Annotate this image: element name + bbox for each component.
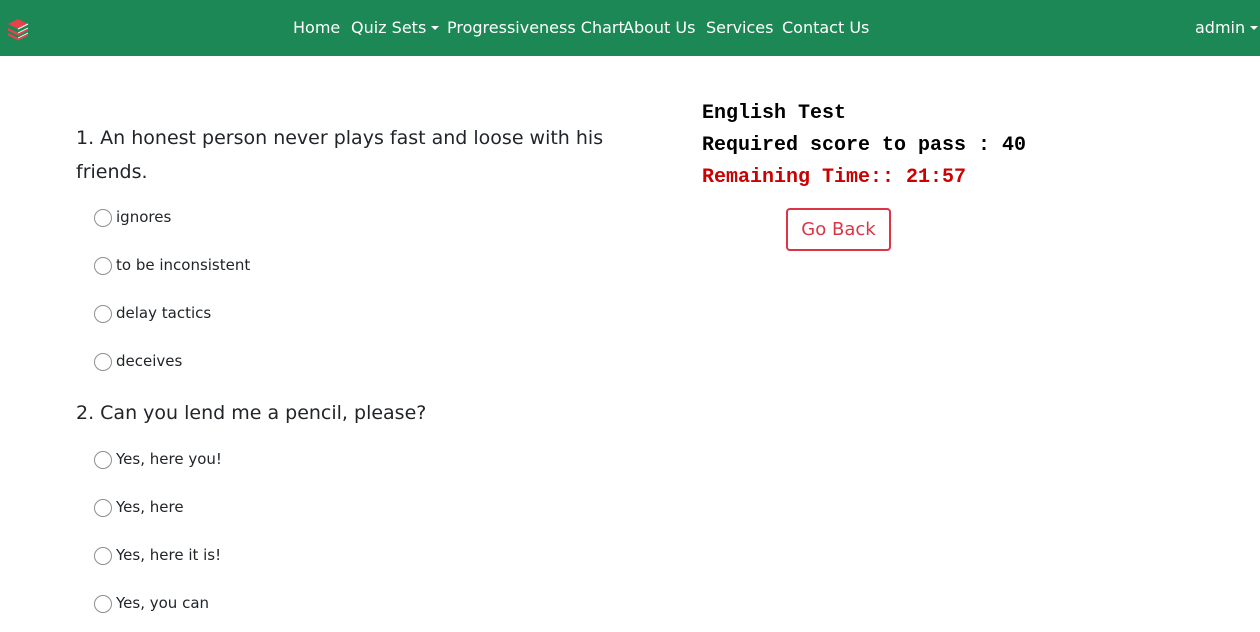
question-1-option-1[interactable]: ignores: [94, 206, 171, 228]
go-back-button[interactable]: Go Back: [786, 208, 891, 251]
stacked-books-icon[interactable]: [6, 17, 30, 41]
question-1: 1. An honest person never plays fast and…: [76, 127, 604, 183]
nav-contact-us[interactable]: Contact Us: [782, 17, 869, 39]
question-1-option-2[interactable]: to be inconsistent: [94, 254, 250, 276]
option-label: to be inconsistent: [116, 256, 251, 274]
radio-button[interactable]: [94, 353, 112, 371]
user-menu-dropdown[interactable]: admin: [1195, 17, 1259, 39]
radio-button[interactable]: [94, 499, 112, 517]
question-1-option-4[interactable]: deceives: [94, 350, 182, 372]
nav-quiz-sets-dropdown[interactable]: Quiz Sets: [351, 17, 440, 39]
question-2-option-3[interactable]: Yes, here it is!: [94, 544, 221, 566]
radio-button[interactable]: [94, 257, 112, 275]
question-2-option-2[interactable]: Yes, here: [94, 496, 184, 518]
radio-button[interactable]: [94, 451, 112, 469]
radio-button[interactable]: [94, 209, 112, 227]
nav-about-us[interactable]: About Us: [623, 17, 695, 39]
required-score: Required score to pass : 40: [702, 134, 1027, 157]
navbar: Home Quiz Sets Progressiveness Chart Abo…: [0, 0, 1260, 56]
option-label: Yes, here it is!: [116, 546, 222, 564]
option-label: Yes, here you!: [116, 450, 222, 468]
user-name: admin: [1195, 18, 1246, 37]
nav-quiz-sets-label: Quiz Sets: [351, 18, 427, 37]
option-label: Yes, you can: [116, 594, 210, 612]
option-label: Yes, here: [116, 498, 184, 516]
question-2: 2. Can you lend me a pencil, please?: [76, 402, 427, 424]
option-label: ignores: [116, 208, 172, 226]
remaining-time: Remaining Time:: 21:57: [702, 166, 967, 189]
radio-button[interactable]: [94, 305, 112, 323]
nav-services[interactable]: Services: [706, 17, 773, 39]
question-1-option-3[interactable]: delay tactics: [94, 302, 211, 324]
question-2-option-1[interactable]: Yes, here you!: [94, 448, 222, 470]
nav-progressiveness-chart[interactable]: Progressiveness Chart: [447, 17, 625, 39]
option-label: delay tactics: [116, 304, 212, 322]
caret-down-icon: [1250, 26, 1259, 30]
option-label: deceives: [116, 352, 183, 370]
test-title: English Test: [702, 102, 847, 125]
nav-home[interactable]: Home: [293, 17, 340, 39]
caret-down-icon: [431, 26, 440, 30]
radio-button[interactable]: [94, 547, 112, 565]
radio-button[interactable]: [94, 595, 112, 613]
question-2-option-4[interactable]: Yes, you can: [94, 592, 209, 614]
